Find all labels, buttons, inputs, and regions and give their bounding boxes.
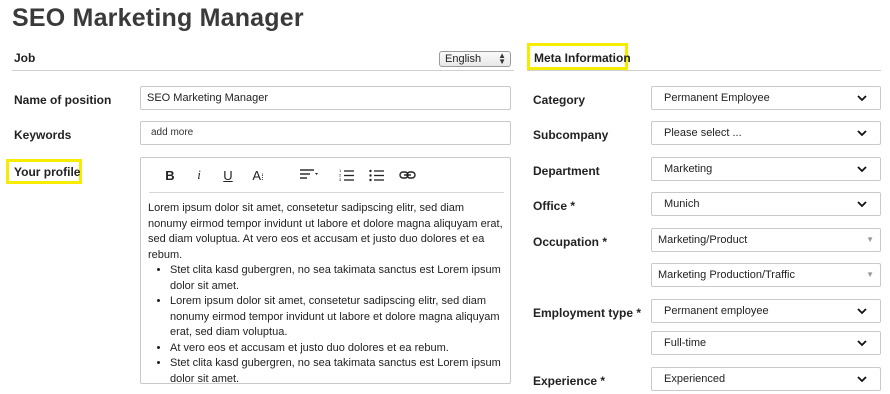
department-label: Department	[533, 164, 600, 178]
name-of-position-input[interactable]: SEO Marketing Manager	[140, 86, 511, 110]
chevron-down-icon	[857, 201, 867, 208]
employment-type-select[interactable]: Permanent employee	[651, 299, 881, 323]
department-value: Marketing	[664, 163, 713, 175]
employment-type-value: Permanent employee	[664, 305, 769, 317]
underline-button[interactable]: U	[219, 166, 237, 184]
profile-editor[interactable]: B i U A⁞ 1 2 3 Lorem ipsum dolor sit ame…	[140, 157, 511, 387]
subcompany-label: Subcompany	[533, 128, 609, 142]
chevron-down-icon	[857, 376, 867, 383]
office-select[interactable]: Munich	[651, 192, 881, 216]
triangle-down-icon: ▼	[866, 270, 874, 279]
editor-content[interactable]: Lorem ipsum dolor sit amet, consetetur s…	[148, 201, 504, 387]
list-item: Stet clita kasd gubergren, no sea takima…	[170, 263, 504, 294]
office-value: Munich	[664, 198, 700, 210]
text-size-icon: A⁞	[252, 167, 264, 183]
bullet-list-icon	[369, 169, 384, 182]
occupation-value: Marketing/Product	[658, 234, 748, 246]
list-item: Lorem ipsum dolor sit amet, consetetur s…	[170, 294, 504, 341]
editor-toolbar: B i U A⁞ 1 2 3	[149, 158, 504, 193]
subcompany-select[interactable]: Please select ...	[651, 121, 881, 145]
office-label: Office *	[533, 199, 576, 213]
text-size-button[interactable]: A⁞	[247, 166, 269, 184]
category-label: Category	[533, 93, 586, 107]
triangle-down-icon: ▼	[866, 235, 874, 244]
meta-divider	[527, 70, 881, 71]
link-icon	[398, 171, 416, 179]
occupation-select[interactable]: Marketing/Product ▼	[651, 228, 881, 252]
experience-select[interactable]: Experienced	[651, 367, 881, 391]
language-value: English	[445, 53, 482, 65]
align-icon	[300, 169, 318, 179]
chevron-down-icon	[857, 308, 867, 315]
list-item: Stet clita kasd gubergren, no sea takima…	[170, 356, 504, 387]
occupation-sub-select[interactable]: Marketing Production/Traffic ▼	[651, 263, 881, 287]
ordered-list-button[interactable]: 1 2 3	[337, 166, 357, 184]
chevron-down-icon	[857, 166, 867, 173]
category-value: Permanent Employee	[664, 92, 770, 104]
department-select[interactable]: Marketing	[651, 157, 881, 181]
meta-heading: Meta Information	[534, 51, 631, 65]
name-of-position-label: Name of position	[14, 93, 112, 107]
language-select[interactable]: English ▲ ▼	[439, 51, 511, 67]
chevron-down-icon	[857, 340, 867, 347]
list-item: At vero eos et accusam et justo duo dolo…	[170, 341, 504, 357]
svg-text:3: 3	[339, 177, 342, 182]
italic-button[interactable]: i	[191, 166, 207, 184]
keywords-input[interactable]: add more	[140, 121, 511, 145]
editor-paragraph: Lorem ipsum dolor sit amet, consetetur s…	[148, 202, 503, 261]
subcompany-value: Please select ...	[664, 127, 742, 139]
category-select[interactable]: Permanent Employee	[651, 86, 881, 110]
job-heading: Job	[14, 51, 36, 65]
employment-type-label: Employment type *	[533, 306, 642, 320]
experience-label: Experience *	[533, 374, 606, 388]
experience-value: Experienced	[664, 373, 726, 385]
occupation-sub-value: Marketing Production/Traffic	[658, 269, 795, 281]
employment-hours-value: Full-time	[664, 337, 707, 349]
keywords-label: Keywords	[14, 128, 72, 142]
ordered-list-icon: 1 2 3	[339, 168, 354, 182]
link-button[interactable]	[397, 166, 417, 184]
chevron-down-icon	[857, 95, 867, 102]
page-title: SEO Marketing Manager	[12, 4, 304, 32]
bold-button[interactable]: B	[161, 166, 179, 184]
occupation-label: Occupation *	[533, 235, 608, 249]
your-profile-label: Your profile	[14, 165, 81, 179]
editor-bullet-list: Stet clita kasd gubergren, no sea takima…	[170, 263, 504, 387]
employment-hours-select[interactable]: Full-time	[651, 331, 881, 355]
align-dropdown-button[interactable]	[297, 166, 323, 184]
updown-arrows-icon: ▲ ▼	[498, 51, 506, 66]
bullet-list-button[interactable]	[367, 166, 387, 184]
job-divider	[12, 70, 514, 71]
chevron-down-icon	[857, 130, 867, 137]
